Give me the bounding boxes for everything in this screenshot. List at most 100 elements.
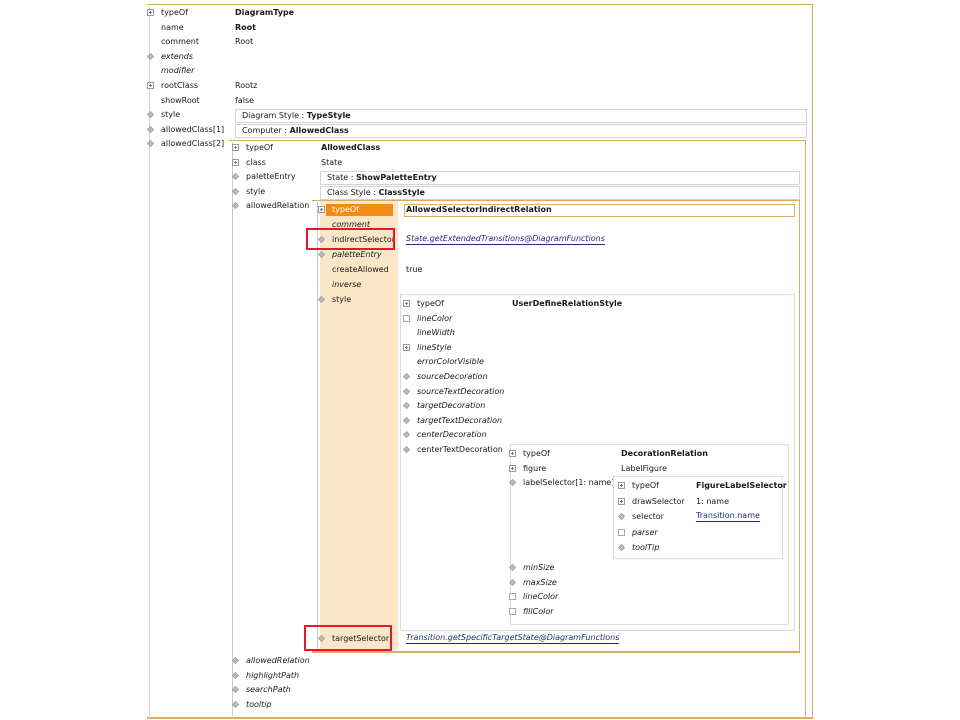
property-value[interactable]: State.getExtendedTransitions@DiagramFunc… <box>406 233 605 245</box>
property-label: toolTip <box>632 543 660 552</box>
property-label: style <box>332 295 352 304</box>
property-label: figure <box>523 463 547 473</box>
property-row-linewidth[interactable]: lineWidth <box>403 326 788 340</box>
target-selector-highlight <box>304 625 392 651</box>
property-label: comment <box>161 37 200 47</box>
property-row-modifier[interactable]: modifier <box>147 64 807 78</box>
plus-square-icon[interactable] <box>403 300 410 307</box>
property-row-tooltip[interactable]: tooltip <box>232 698 532 712</box>
diamond-icon <box>509 479 516 487</box>
property-value[interactable]: Transition.name <box>696 510 760 522</box>
allowed-class-1-field[interactable]: Computer : AllowedClass <box>235 124 807 138</box>
property-row-sourcetextdecoration[interactable]: sourceTextDecoration <box>403 385 788 399</box>
property-row-figure[interactable]: figure LabelFigure <box>509 462 784 476</box>
property-row-extends[interactable]: extends <box>147 50 807 64</box>
property-row-linecolor[interactable]: lineColor <box>509 590 709 604</box>
property-row-showroot[interactable]: showRoot false <box>147 94 807 108</box>
square-icon <box>509 607 516 615</box>
field-value: ShowPaletteEntry <box>355 173 437 182</box>
diamond-icon <box>147 125 154 133</box>
property-row-fillcolor[interactable]: fillColor <box>509 605 709 619</box>
class-style-field[interactable]: Class Style : ClassStyle <box>320 186 800 200</box>
plus-square-icon[interactable] <box>509 464 516 472</box>
property-row-selector[interactable]: selector Transition.name <box>618 510 778 524</box>
property-label: name <box>161 22 184 32</box>
property-label: tooltip <box>246 699 272 709</box>
plus-square-icon[interactable] <box>232 144 239 151</box>
property-row-name[interactable]: name Root <box>147 21 807 35</box>
property-row-sourcedecoration[interactable]: sourceDecoration <box>403 370 788 384</box>
plus-square-icon[interactable] <box>232 158 239 166</box>
property-row-typeof[interactable]: typeOf AllowedSelectorIndirectRelation <box>318 203 796 217</box>
field-prefix: Computer : <box>242 126 290 135</box>
property-label: rootClass <box>161 81 199 90</box>
property-row-class[interactable]: class State <box>232 156 792 170</box>
palette-entry-field[interactable]: State : ShowPaletteEntry <box>320 171 800 185</box>
property-value: true <box>406 265 423 274</box>
property-row-maxsize[interactable]: maxSize <box>509 576 709 590</box>
property-row-inverse[interactable]: inverse <box>318 278 796 292</box>
property-row-drawselector[interactable]: drawSelector 1: name <box>618 495 778 509</box>
property-row-tooltip[interactable]: toolTip <box>618 541 778 555</box>
property-label: allowedClass[2] <box>161 139 225 149</box>
property-value: Rootz <box>235 81 258 90</box>
property-row-minsize[interactable]: minSize <box>509 561 709 575</box>
plus-square-icon[interactable] <box>509 450 516 457</box>
property-label: minSize <box>523 563 555 572</box>
property-value: Root <box>235 22 256 32</box>
property-label: paletteEntry <box>246 172 296 182</box>
property-value[interactable]: Transition.getSpecificTargetState@Diagra… <box>406 632 620 644</box>
property-label: allowedRelation <box>246 656 310 665</box>
diamond-icon <box>403 446 410 453</box>
property-label: lineWidth <box>417 328 455 338</box>
property-label: selector <box>632 512 664 521</box>
field-prefix: Class Style : <box>327 188 379 197</box>
property-label: targetDecoration <box>417 401 486 411</box>
property-row-rootclass[interactable]: rootClass Rootz <box>147 79 807 93</box>
property-row-targetdecoration[interactable]: targetDecoration <box>403 399 788 413</box>
plus-square-icon[interactable] <box>147 82 154 89</box>
property-row-errorcolorvisible[interactable]: errorColorVisible <box>403 355 788 369</box>
property-row-targettextdecoration[interactable]: targetTextDecoration <box>403 414 788 428</box>
property-label: showRoot <box>161 95 200 105</box>
field-value: AllowedClass <box>289 126 349 135</box>
diamond-icon <box>403 373 410 380</box>
property-value: AllowedSelectorIndirectRelation <box>406 205 552 214</box>
plus-square-icon[interactable] <box>147 9 154 16</box>
property-row-linecolor[interactable]: lineColor <box>403 312 788 326</box>
property-row-comment[interactable]: comment Root <box>147 35 807 49</box>
property-row-centerdecoration[interactable]: centerDecoration <box>403 428 788 442</box>
property-row-allowedrelation[interactable]: allowedRelation <box>232 654 532 668</box>
property-label: drawSelector <box>632 496 685 506</box>
field-value: TypeStyle <box>306 111 351 120</box>
plus-square-icon[interactable] <box>618 482 625 489</box>
diagram-style-field[interactable]: Diagram Style : TypeStyle <box>235 109 807 123</box>
property-label: typeOf <box>246 143 273 152</box>
property-value: FigureLabelSelector <box>696 481 787 490</box>
property-row-paletteentry[interactable]: paletteEntry <box>318 248 796 262</box>
diamond-icon <box>618 544 625 551</box>
property-value: DecorationRelation <box>621 449 708 458</box>
property-row-createallowed[interactable]: createAllowed true <box>318 263 796 277</box>
property-row-typeof[interactable]: typeOf AllowedClass <box>232 141 792 155</box>
property-row-linestyle[interactable]: lineStyle <box>403 341 788 355</box>
plus-square-icon[interactable] <box>318 206 325 213</box>
property-row-typeof[interactable]: typeOf UserDefineRelationStyle <box>403 297 788 311</box>
property-row-typeof[interactable]: typeOf DiagramType <box>147 6 807 20</box>
diamond-icon <box>232 202 239 210</box>
property-row-typeof[interactable]: typeOf FigureLabelSelector <box>618 479 787 493</box>
plus-square-icon[interactable] <box>618 497 625 505</box>
property-row-parser[interactable]: parser <box>618 526 778 540</box>
property-label: allowedClass[1] <box>161 124 225 134</box>
property-row-highlightpath[interactable]: highlightPath <box>232 669 532 683</box>
property-label: parser <box>632 527 658 537</box>
property-value: LabelFigure <box>621 463 668 473</box>
field-prefix: State : <box>327 173 356 182</box>
property-value: DiagramType <box>235 8 295 17</box>
property-row-typeof[interactable]: typeOf DecorationRelation <box>509 447 784 461</box>
property-label: typeOf <box>632 481 659 490</box>
diamond-icon <box>403 387 410 395</box>
plus-square-icon[interactable] <box>403 343 410 351</box>
property-row-searchpath[interactable]: searchPath <box>232 683 532 697</box>
property-label: targetTextDecoration <box>417 415 503 425</box>
